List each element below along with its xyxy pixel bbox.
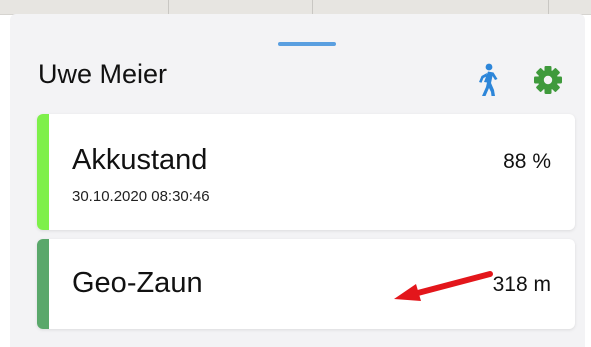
battery-timestamp: 30.10.2020 08:30:46 — [72, 188, 210, 205]
bottom-sheet: Uwe Meier Akkustand 88 % 30.10.2020 08:3… — [10, 14, 585, 347]
geofence-value: 318 m — [492, 273, 551, 296]
settings-button[interactable] — [530, 62, 566, 98]
map-street-line — [548, 0, 549, 14]
geofence-accent-bar — [37, 239, 49, 329]
red-arrow-annotation — [394, 271, 493, 301]
geofence-label: Geo-Zaun — [72, 267, 203, 299]
gear-icon — [534, 66, 562, 94]
walking-person-icon — [479, 63, 498, 96]
map-street-line — [168, 0, 169, 14]
map-street-line — [312, 0, 313, 14]
battery-value: 88 % — [503, 150, 551, 173]
battery-status-card[interactable]: Akkustand 88 % 30.10.2020 08:30:46 — [37, 114, 575, 230]
walk-mode-button[interactable] — [470, 62, 504, 98]
map-background[interactable] — [0, 0, 591, 15]
app-screen: Uwe Meier Akkustand 88 % 30.10.2020 08:3… — [0, 0, 591, 347]
battery-label: Akkustand — [72, 144, 208, 176]
sheet-drag-handle[interactable] — [278, 42, 336, 46]
user-name-title: Uwe Meier — [38, 59, 168, 89]
battery-accent-bar — [37, 114, 49, 230]
